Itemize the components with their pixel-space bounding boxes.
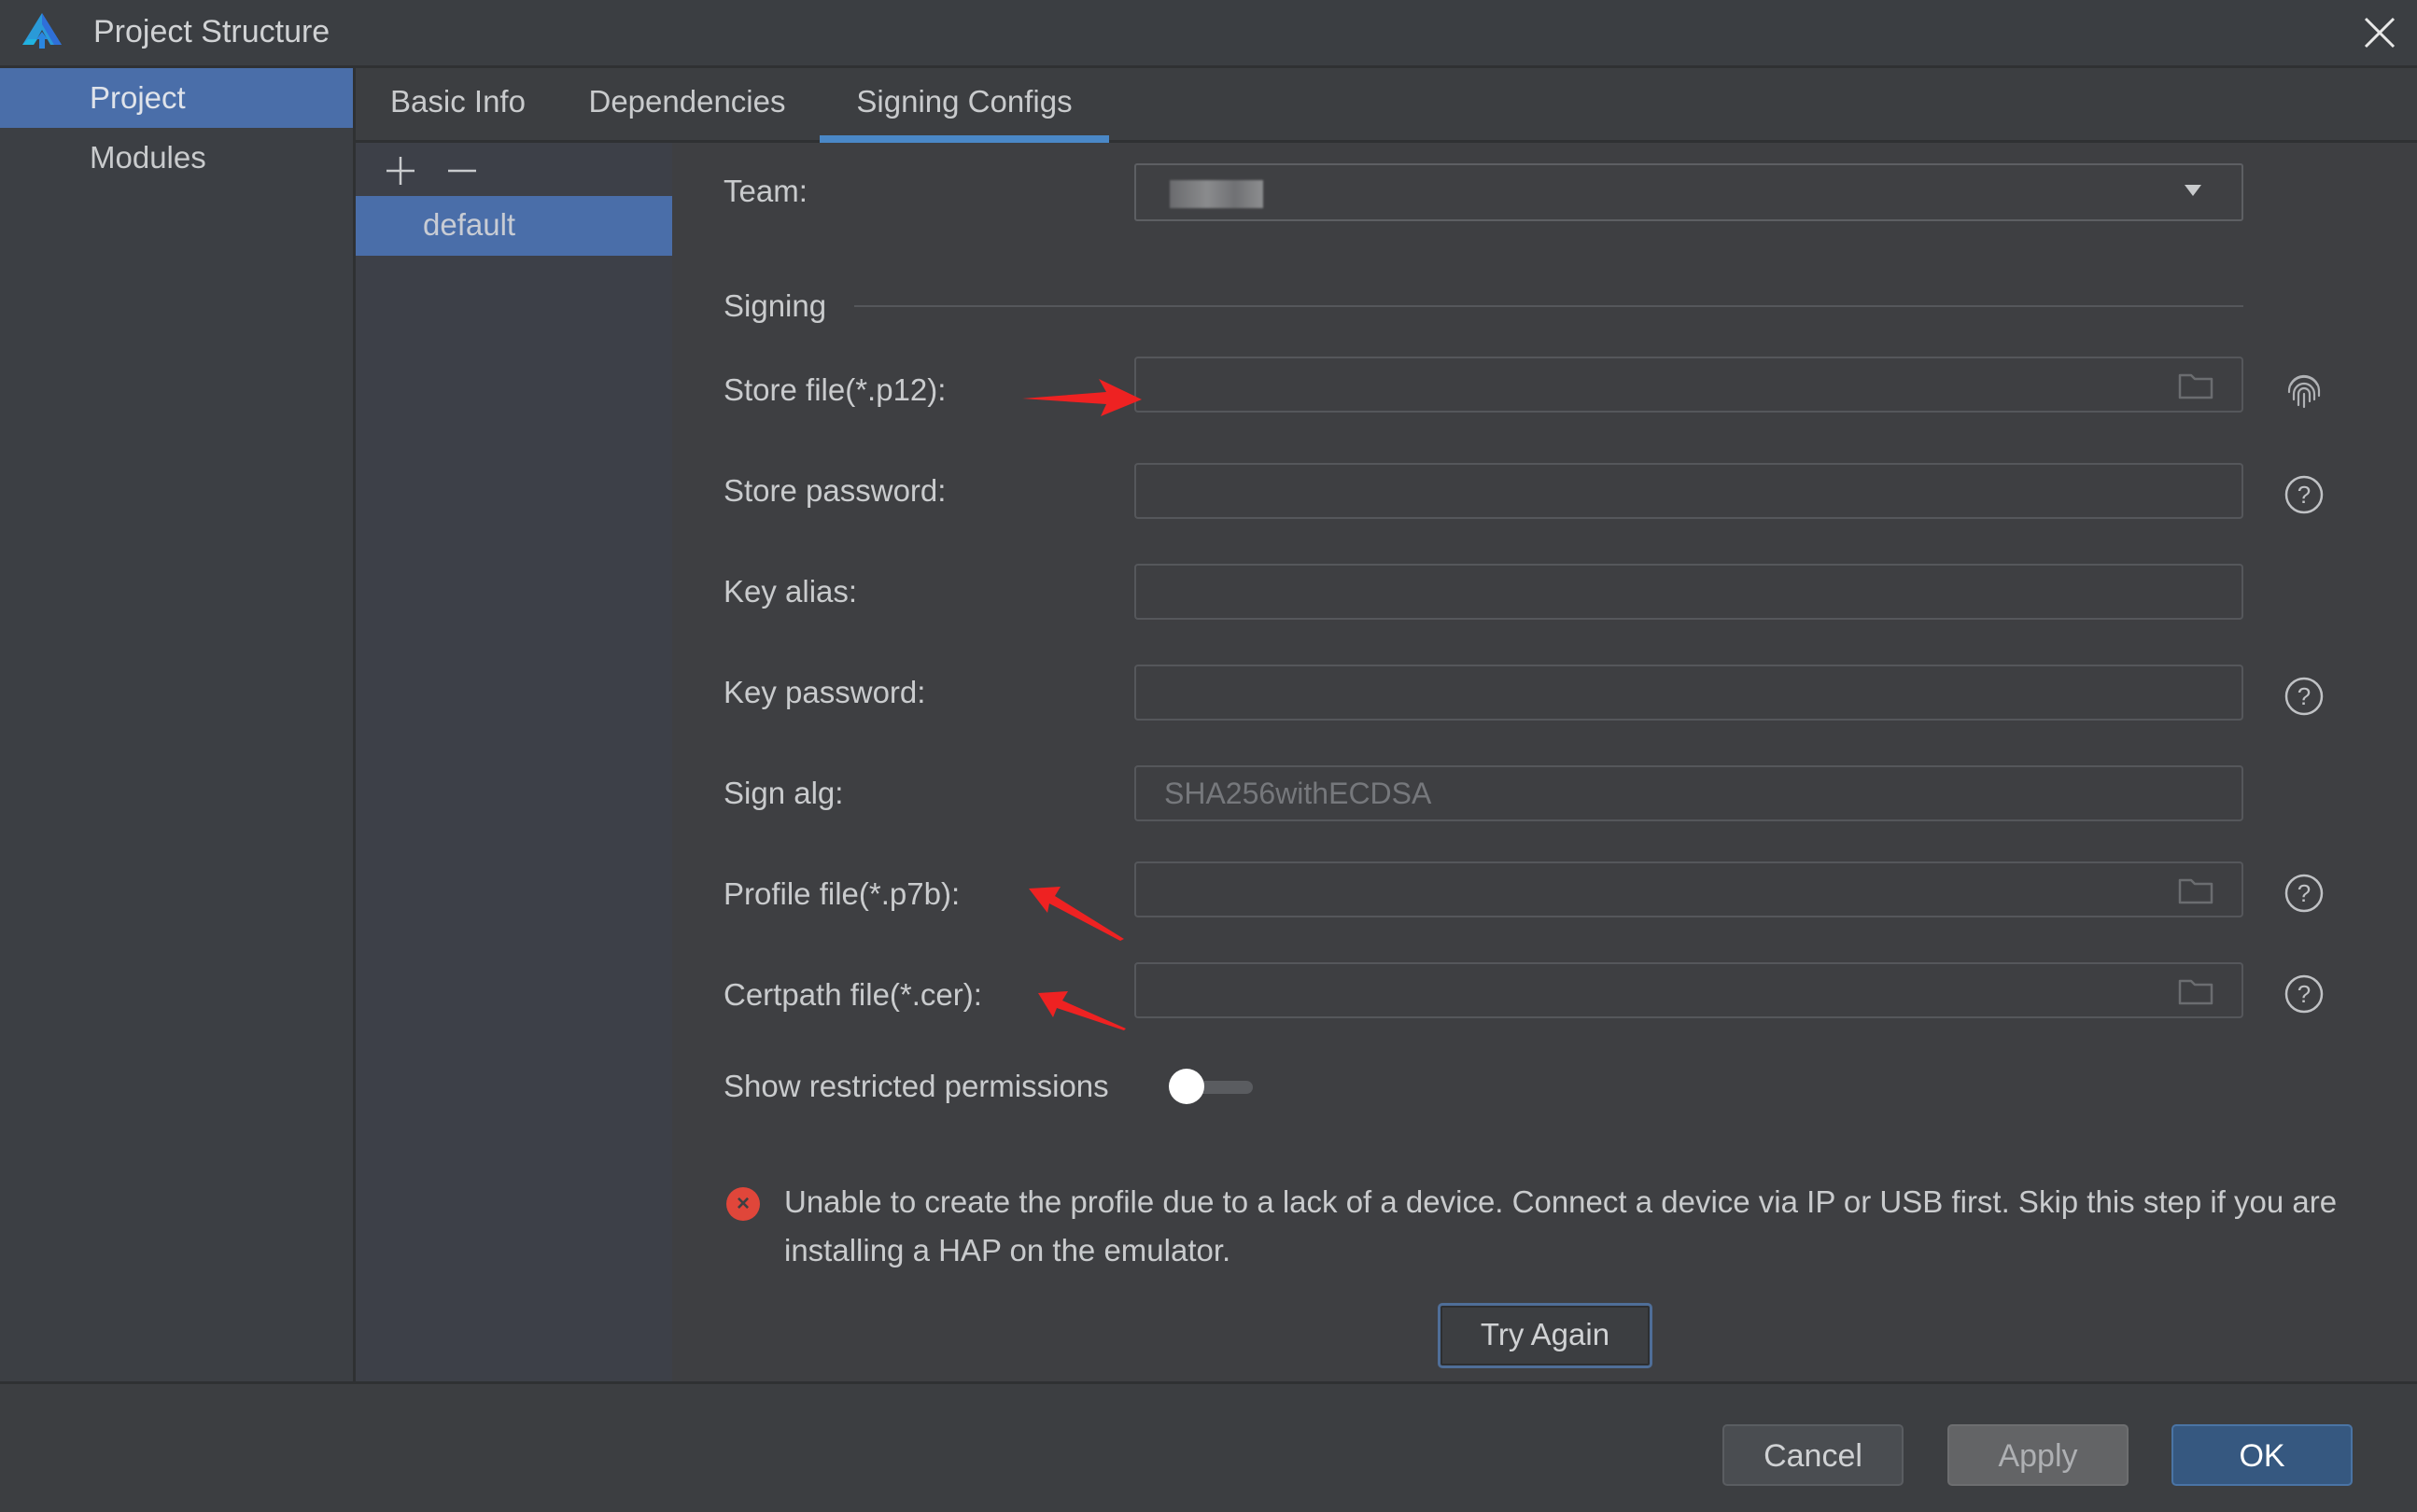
plus-icon[interactable] [384, 154, 417, 188]
certpath-file-label: Certpath file(*.cer): [724, 977, 982, 1012]
show-restricted-permissions-label: Show restricted permissions [724, 1069, 1109, 1103]
sign-alg-label: Sign alg: [724, 776, 844, 810]
store-password-input[interactable] [1134, 463, 2243, 519]
signing-config-list: default [356, 143, 672, 1381]
annotation-arrow [1022, 379, 1142, 416]
sidebar: Project Modules [0, 68, 356, 1381]
key-password-input[interactable] [1134, 665, 2243, 721]
sidebar-item-modules[interactable]: Modules [0, 128, 353, 188]
sign-alg-input: SHA256withECDSA [1134, 765, 2243, 821]
store-password-label: Store password: [724, 473, 947, 508]
profile-file-label: Profile file(*.p7b): [724, 876, 961, 911]
store-file-input[interactable] [1134, 357, 2243, 413]
folder-icon[interactable] [2178, 977, 2213, 1005]
error-message: Unable to create the profile due to a la… [784, 1184, 2338, 1267]
config-item-label: default [423, 207, 516, 242]
cancel-button[interactable]: Cancel [1722, 1424, 1904, 1486]
tab-bar: Basic Info Dependencies Signing Configs [356, 68, 2417, 143]
help-icon[interactable]: ? [2284, 873, 2325, 914]
ok-button[interactable]: OK [2171, 1424, 2353, 1486]
deveco-logo-icon [22, 13, 62, 49]
sidebar-item-project[interactable]: Project [0, 68, 353, 128]
certpath-file-input[interactable] [1134, 962, 2243, 1018]
store-file-label: Store file(*.p12): [724, 372, 947, 407]
title-bar [0, 0, 2417, 68]
annotation-arrow [1029, 887, 1124, 941]
fingerprint-icon[interactable] [2284, 370, 2325, 411]
toggle-knob [1169, 1069, 1204, 1104]
team-dropdown[interactable] [1134, 163, 2243, 221]
folder-icon[interactable] [2178, 876, 2213, 904]
try-again-button[interactable]: Try Again [1438, 1303, 1652, 1368]
tab-basic-info[interactable]: Basic Info [386, 68, 530, 140]
key-password-label: Key password: [724, 675, 926, 709]
svg-text:?: ? [2298, 481, 2311, 509]
help-icon[interactable]: ? [2284, 973, 2325, 1015]
show-restricted-permissions-toggle[interactable] [1169, 1069, 1255, 1106]
svg-text:?: ? [2298, 980, 2311, 1008]
team-value-redacted [1170, 180, 1263, 208]
sidebar-item-label: Modules [90, 140, 206, 175]
help-icon[interactable]: ? [2284, 676, 2325, 717]
close-icon[interactable] [2360, 13, 2399, 52]
section-divider [854, 305, 2243, 307]
profile-file-input[interactable] [1134, 861, 2243, 917]
minus-icon[interactable] [445, 154, 479, 188]
svg-text:?: ? [2298, 879, 2311, 907]
tab-dependencies[interactable]: Dependencies [580, 68, 794, 140]
error-icon: × [726, 1187, 760, 1221]
chevron-down-icon[interactable] [2185, 185, 2201, 196]
folder-icon[interactable] [2178, 371, 2213, 399]
annotation-arrow [1038, 991, 1126, 1030]
key-alias-input[interactable] [1134, 564, 2243, 620]
sidebar-item-label: Project [90, 80, 186, 115]
tab-signing-configs[interactable]: Signing Configs [820, 68, 1109, 143]
window-title: Project Structure [93, 14, 330, 49]
help-icon[interactable]: ? [2284, 474, 2325, 515]
apply-button[interactable]: Apply [1947, 1424, 2129, 1486]
config-item-default[interactable]: default [356, 196, 672, 256]
team-label: Team: [724, 174, 808, 208]
signing-section-title: Signing [724, 288, 827, 323]
svg-text:?: ? [2298, 682, 2311, 710]
key-alias-label: Key alias: [724, 574, 858, 609]
